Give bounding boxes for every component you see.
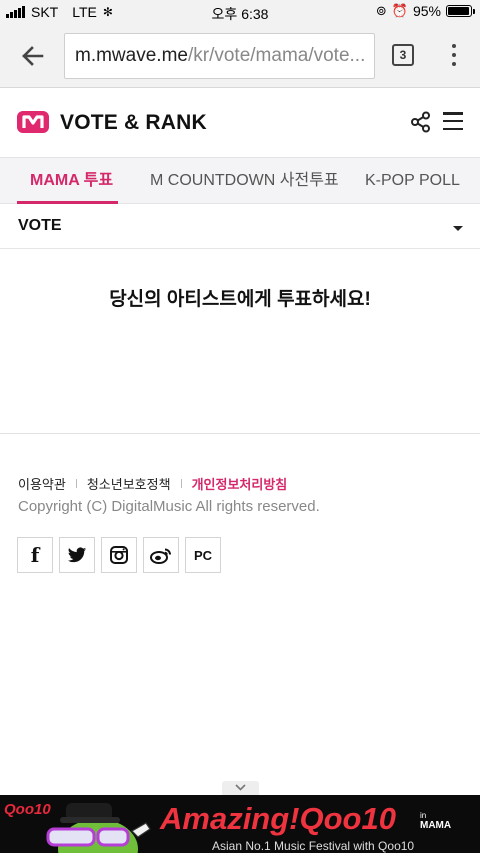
address-bar[interactable]: m.mwave.me/kr/vote/mama/vote... bbox=[64, 33, 375, 79]
tab-mama-vote[interactable]: MAMA 투표 bbox=[30, 158, 113, 204]
browser-menu-button[interactable] bbox=[448, 42, 460, 68]
status-bar: SKT LTE ✻ 오후 6:38 ⊚ ⏰ 95% bbox=[0, 0, 480, 24]
tab-switcher-button[interactable]: 3 bbox=[392, 44, 414, 66]
url-path: /kr/vote/mama/vote... bbox=[187, 45, 366, 66]
battery-percent: 95% bbox=[412, 3, 441, 19]
pc-version-button[interactable]: PC bbox=[185, 537, 221, 573]
caret-down-icon bbox=[453, 226, 463, 231]
chevron-down-icon bbox=[235, 784, 246, 791]
url-host: m.mwave.me bbox=[75, 45, 188, 66]
hamburger-line bbox=[443, 127, 463, 130]
ad-headline: Amazing!Qoo10 bbox=[160, 801, 396, 836]
facebook-button[interactable]: f bbox=[17, 537, 53, 573]
kebab-dot bbox=[452, 62, 456, 66]
link-separator bbox=[180, 479, 182, 488]
instagram-icon bbox=[110, 546, 128, 564]
hamburger-line bbox=[443, 119, 463, 123]
twitter-button[interactable] bbox=[59, 537, 95, 573]
ad-event-label: MAMA bbox=[420, 820, 452, 831]
share-button[interactable] bbox=[410, 111, 432, 138]
instagram-button[interactable] bbox=[101, 537, 137, 573]
kebab-dot bbox=[452, 53, 456, 57]
weibo-button[interactable] bbox=[143, 537, 179, 573]
section-divider bbox=[0, 433, 480, 434]
tab-bar: MAMA 투표 M COUNTDOWN 사전투표 K-POP POLL bbox=[0, 157, 480, 204]
twitter-icon bbox=[67, 546, 87, 562]
weibo-icon bbox=[150, 548, 171, 564]
arrow-left-icon bbox=[22, 46, 44, 66]
ad-collapse-button[interactable] bbox=[222, 781, 259, 795]
copyright-text: Copyright (C) DigitalMusic All rights re… bbox=[18, 498, 320, 515]
privacy-policy-link[interactable]: 개인정보처리방침 bbox=[192, 474, 288, 493]
terms-link[interactable]: 이용약관 bbox=[18, 474, 66, 493]
tab-mcountdown-prevote[interactable]: M COUNTDOWN 사전투표 bbox=[150, 158, 339, 204]
tab-kpop-poll[interactable]: K-POP POLL bbox=[365, 158, 460, 204]
battery-icon bbox=[446, 5, 475, 17]
site-header: VOTE & RANK bbox=[0, 89, 480, 157]
kebab-dot bbox=[452, 44, 456, 48]
hamburger-line bbox=[443, 112, 463, 115]
rotation-lock-icon: ⊚ bbox=[375, 3, 387, 18]
vote-dropdown[interactable]: VOTE bbox=[0, 204, 480, 249]
ad-in-label: in bbox=[420, 811, 427, 820]
youth-policy-link[interactable]: 청소년보호정책 bbox=[87, 474, 171, 493]
social-links: f PC bbox=[17, 537, 221, 573]
alarm-icon: ⏰ bbox=[391, 3, 408, 18]
hamburger-menu-button[interactable] bbox=[443, 112, 463, 130]
share-icon bbox=[411, 111, 430, 133]
browser-toolbar: m.mwave.me/kr/vote/mama/vote... 3 bbox=[0, 24, 480, 88]
back-button[interactable] bbox=[14, 40, 50, 72]
footer-links: 이용약관 청소년보호정책 개인정보처리방침 bbox=[18, 474, 287, 493]
m-logo-icon bbox=[22, 115, 44, 128]
page-title: VOTE & RANK bbox=[60, 111, 207, 134]
link-separator bbox=[75, 479, 77, 488]
vote-prompt-message: 당신의 아티스트에게 투표하세요! bbox=[109, 289, 371, 310]
mnet-logo[interactable] bbox=[17, 111, 49, 133]
ad-mascot-illustration bbox=[46, 803, 151, 853]
ad-banner[interactable]: Qoo10 Amazing!Qoo10 in MAMA Asian No.1 M… bbox=[0, 795, 480, 853]
pc-icon: PC bbox=[193, 547, 213, 563]
vote-dropdown-label: VOTE bbox=[18, 217, 62, 234]
facebook-icon: f bbox=[30, 543, 40, 567]
ad-subtitle: Asian No.1 Music Festival with Qoo10 bbox=[212, 839, 415, 853]
ad-event-badge: in MAMA bbox=[420, 811, 451, 831]
